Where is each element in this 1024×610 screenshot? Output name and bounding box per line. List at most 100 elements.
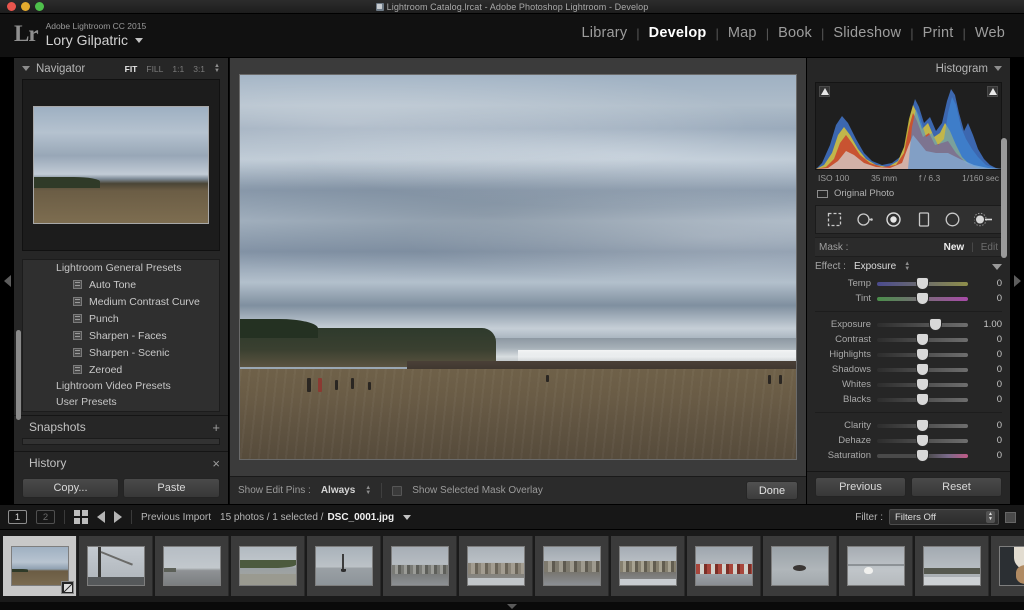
mask-new-button[interactable]: New <box>944 242 965 253</box>
slider-thumb[interactable] <box>917 419 928 431</box>
slider-track[interactable] <box>877 434 968 446</box>
navigator-header[interactable]: Navigator FIT FILL 1:1 3:1 ▲ ▼ <box>14 58 228 79</box>
slider-shadows[interactable]: Shadows 0 <box>815 362 1002 377</box>
spot-removal-icon[interactable] <box>856 211 873 228</box>
graduated-filter-icon[interactable] <box>915 211 932 228</box>
paste-button[interactable]: Paste <box>123 478 220 498</box>
slider-track[interactable] <box>877 378 968 390</box>
slider-value[interactable]: 0 <box>974 450 1002 461</box>
chevron-right-icon[interactable] <box>1013 275 1021 287</box>
maximize-window-button[interactable] <box>35 2 44 11</box>
module-library[interactable]: Library <box>573 25 637 41</box>
navigator-preview[interactable] <box>22 79 220 251</box>
slider-value[interactable]: 0 <box>974 349 1002 360</box>
right-panel-collapse-handle[interactable] <box>1010 58 1024 504</box>
preset-item-zeroed[interactable]: Zeroed <box>23 361 219 378</box>
slider-blacks[interactable]: Blacks 0 <box>815 392 1002 407</box>
develop-badge-icon[interactable] <box>61 581 74 594</box>
histogram-header[interactable]: Histogram <box>807 58 1010 79</box>
filmstrip-source[interactable]: Previous Import <box>141 512 211 523</box>
slider-value[interactable]: 1.00 <box>974 319 1003 330</box>
filmstrip-thumbnail[interactable] <box>991 536 1024 596</box>
module-develop[interactable]: Develop <box>640 25 716 41</box>
slider-value[interactable]: 0 <box>974 435 1002 446</box>
filmstrip-thumbnail[interactable] <box>307 536 381 596</box>
zoom-level-3-1[interactable]: 3:1 <box>193 64 205 74</box>
preset-item-sharpen-scenic[interactable]: Sharpen - Scenic <box>23 344 219 361</box>
clear-history-button[interactable]: × <box>212 456 220 471</box>
module-book[interactable]: Book <box>769 25 821 41</box>
slider-thumb[interactable] <box>917 449 928 461</box>
filter-stepper-icon[interactable]: ▲ ▼ <box>986 511 995 523</box>
slider-highlights[interactable]: Highlights 0 <box>815 347 1002 362</box>
chevron-left-icon[interactable] <box>3 275 11 287</box>
chevron-down-icon[interactable] <box>135 38 144 43</box>
original-photo-row[interactable]: Original Photo <box>815 183 1002 203</box>
develop-tool-strip[interactable] <box>815 205 1002 234</box>
filmstrip-thumbnail[interactable] <box>155 536 229 596</box>
slider-track[interactable] <box>877 348 968 360</box>
slider-clarity[interactable]: Clarity 0 <box>815 418 1002 433</box>
slider-track[interactable] <box>877 363 968 375</box>
slider-whites[interactable]: Whites 0 <box>815 377 1002 392</box>
preset-item-medium-contrast-curve[interactable]: Medium Contrast Curve <box>23 293 219 310</box>
zoom-level-fit[interactable]: FIT <box>125 64 138 74</box>
preset-group-user[interactable]: User Presets <box>23 394 219 410</box>
filmstrip-thumbnail[interactable] <box>383 536 457 596</box>
module-web[interactable]: Web <box>966 25 1014 41</box>
slider-track[interactable] <box>877 393 968 405</box>
preset-item-punch[interactable]: Punch <box>23 310 219 327</box>
slider-value[interactable]: 0 <box>974 420 1002 431</box>
slider-track[interactable] <box>877 333 968 345</box>
slider-tint[interactable]: Tint 0 <box>815 291 1002 306</box>
show-mask-overlay-checkbox[interactable] <box>392 485 403 496</box>
slider-dehaze[interactable]: Dehaze 0 <box>815 433 1002 448</box>
grid-view-icon[interactable] <box>74 510 88 524</box>
slider-thumb[interactable] <box>917 363 928 375</box>
preset-item-sharpen-faces[interactable]: Sharpen - Faces <box>23 327 219 344</box>
module-slideshow[interactable]: Slideshow <box>824 25 910 41</box>
module-print[interactable]: Print <box>914 25 963 41</box>
left-panel-collapse-handle[interactable] <box>0 58 14 504</box>
minimize-window-button[interactable] <box>21 2 30 11</box>
adjustment-brush-icon[interactable] <box>973 211 992 228</box>
user-name-row[interactable]: Lory Gilpatric <box>46 32 147 49</box>
preset-item-auto-tone[interactable]: Auto Tone <box>23 276 219 293</box>
screen-2-button[interactable]: 2 <box>36 510 55 524</box>
radial-filter-icon[interactable] <box>944 211 961 228</box>
slider-saturation[interactable]: Saturation 0 <box>815 448 1002 463</box>
identity-plate[interactable]: Lr Adobe Lightroom CC 2015 Lory Gilpatri… <box>12 19 146 49</box>
filmstrip-collapse-handle[interactable] <box>0 602 1024 610</box>
zoom-level-1-1[interactable]: 1:1 <box>172 64 184 74</box>
chevron-down-icon[interactable] <box>403 514 412 520</box>
chevron-down-icon[interactable] <box>507 603 517 609</box>
effect-expand-icon[interactable] <box>992 263 1002 270</box>
window-controls[interactable] <box>0 2 44 11</box>
preset-group-general[interactable]: Lightroom General Presets <box>23 260 219 276</box>
slider-thumb[interactable] <box>917 348 928 360</box>
filmstrip-thumbnail[interactable] <box>535 536 609 596</box>
image-canvas[interactable] <box>230 58 806 476</box>
slider-contrast[interactable]: Contrast 0 <box>815 332 1002 347</box>
slider-temp[interactable]: Temp 0 <box>815 276 1002 291</box>
disclosure-triangle-icon[interactable] <box>22 66 30 71</box>
zoom-stepper-icon[interactable]: ▲ ▼ <box>214 63 220 74</box>
slider-value[interactable]: 0 <box>974 379 1002 390</box>
slider-value[interactable]: 0 <box>974 394 1002 405</box>
slider-track[interactable] <box>877 419 968 431</box>
filmstrip-thumbnail[interactable] <box>763 536 837 596</box>
show-edit-pins-stepper-icon[interactable]: ▲ ▼ <box>365 485 371 496</box>
module-map[interactable]: Map <box>719 25 766 41</box>
effect-value[interactable]: Exposure <box>854 261 896 272</box>
red-eye-correction-icon[interactable] <box>885 211 902 228</box>
filter-toggle-icon[interactable] <box>1005 511 1016 523</box>
filter-select[interactable]: Filters Off ▲ ▼ <box>889 509 999 525</box>
filmstrip-thumbnail-selected[interactable] <box>3 536 77 596</box>
slider-thumb[interactable] <box>917 292 928 304</box>
done-button[interactable]: Done <box>746 481 798 500</box>
slider-thumb[interactable] <box>917 434 928 446</box>
slider-thumb[interactable] <box>929 318 941 330</box>
preset-group-video[interactable]: Lightroom Video Presets <box>23 378 219 394</box>
snapshots-header[interactable]: Snapshots + <box>14 416 228 438</box>
screen-1-button[interactable]: 1 <box>8 510 27 524</box>
